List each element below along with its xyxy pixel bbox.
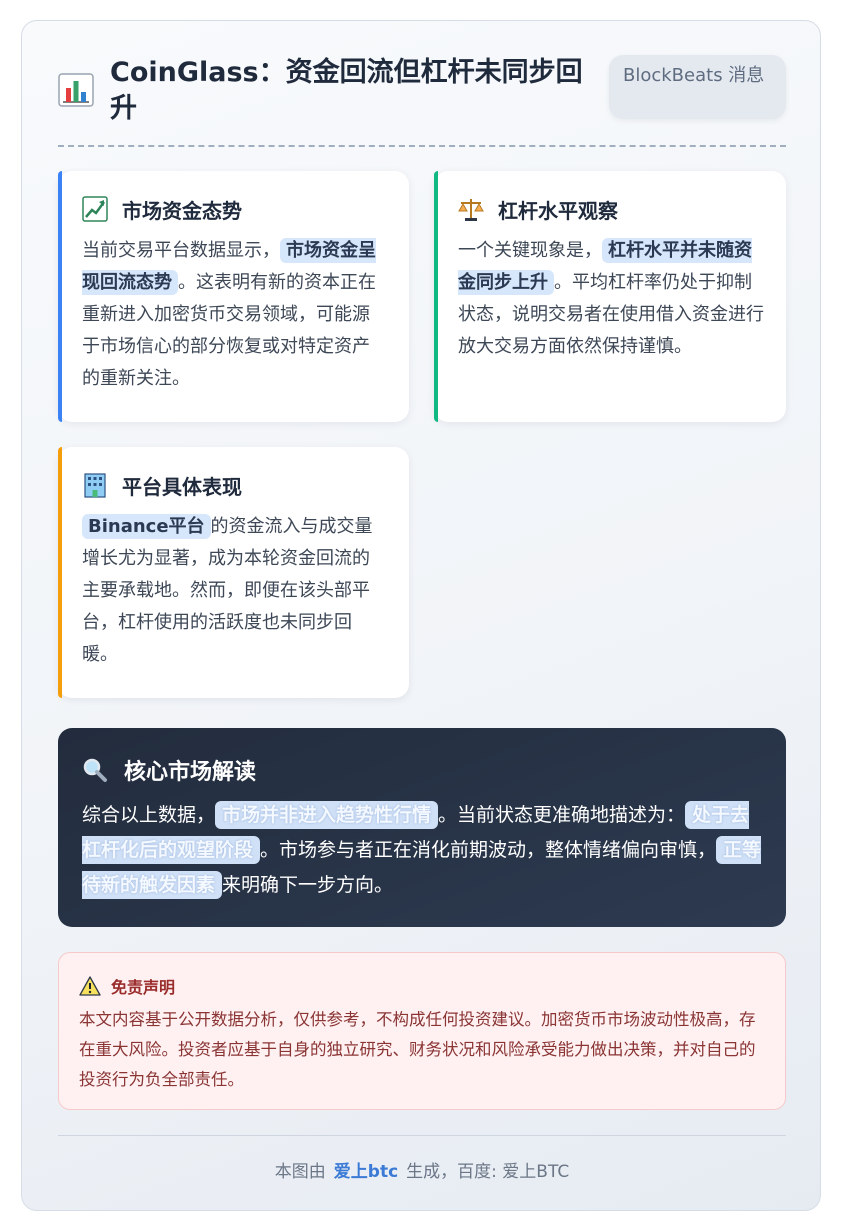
header: CoinGlass：资金回流但杠杆未同步回升 BlockBeats 消息	[58, 55, 786, 145]
header-divider	[58, 145, 786, 147]
footer-prefix: 本图由	[274, 1162, 326, 1182]
card-body: 一个关键现象是， 杠杆水平并未随资金同步上升 。平均杠杆率仍处于抑制状态，说明交易者…	[458, 235, 764, 363]
body-text: 一个关键现象是，	[458, 240, 602, 261]
footer-suffix: 生成，百度: 爱上BTC	[406, 1162, 570, 1182]
insight-body: 综合以上数据， 市场并非进入趋势性行情 。当前状态更准确地描述为： 处于去杠杆化后的观…	[82, 798, 762, 903]
insight-heading: 核心市场解读	[124, 760, 257, 785]
footer: 本图由 爱上btc 生成，百度: 爱上BTC	[58, 1157, 786, 1182]
disclaimer-box: 免责声明 本文内容基于公开数据分析，仅供参考，不构成任何投资建议。加密货币市场波…	[58, 952, 786, 1110]
balance-scale-icon	[458, 199, 484, 221]
card-heading: 杠杆水平观察	[498, 198, 618, 223]
brand-link[interactable]: 爱上btc	[334, 1162, 398, 1182]
disclaimer-heading: 免责声明	[111, 978, 176, 997]
body-text: 来明确下一步方向。	[222, 874, 394, 896]
card-heading: 平台具体表现	[122, 474, 242, 499]
highlight-phrase: 市场并非进入趋势性行情	[215, 801, 439, 829]
bar-chart-icon	[58, 73, 94, 107]
body-text: 。市场参与者正在消化前期波动，整体情绪偏向审慎，	[260, 839, 717, 861]
card-body: 当前交易平台数据显示， 市场资金呈现回流态势 。这表明有新的资本正在重新进入加密货币…	[82, 235, 387, 395]
platform-card: 平台具体表现 Binance平台 的资金流入与成交量增长尤为显著，成为本轮资金回流…	[58, 447, 409, 698]
body-text: 当前交易平台数据显示，	[82, 240, 280, 261]
leverage-card: 杠杆水平观察 一个关键现象是， 杠杆水平并未随资金同步上升 。平均杠杆率仍处于抑制状…	[434, 171, 786, 422]
infographic-card: CoinGlass：资金回流但杠杆未同步回升 BlockBeats 消息 市场资…	[21, 20, 821, 1211]
card-body: Binance平台 的资金流入与成交量增长尤为显著，成为本轮资金回流的主要承载地。…	[82, 511, 387, 671]
body-text: 。当前状态更准确地描述为：	[438, 804, 686, 826]
source-badge: BlockBeats 消息	[609, 55, 786, 119]
footer-divider	[58, 1135, 786, 1136]
market-funds-card: 市场资金态势 当前交易平台数据显示， 市场资金呈现回流态势 。这表明有新的资本正在重…	[58, 171, 409, 422]
office-building-icon	[84, 473, 106, 498]
body-text: 综合以上数据，	[82, 804, 216, 826]
warning-icon	[79, 976, 101, 996]
magnifier-icon	[83, 758, 107, 782]
core-insight-panel: 核心市场解读 综合以上数据， 市场并非进入趋势性行情 。当前状态更准确地描述为： 处于…	[58, 728, 786, 927]
card-accent-bar	[434, 171, 438, 422]
card-accent-bar	[58, 447, 62, 698]
page-title: CoinGlass：资金回流但杠杆未同步回升	[110, 57, 583, 124]
card-accent-bar	[58, 171, 62, 422]
chart-increasing-icon	[82, 196, 108, 222]
highlight-phrase: Binance平台	[82, 514, 211, 539]
disclaimer-text: 本文内容基于公开数据分析，仅供参考，不构成任何投资建议。加密货币市场波动性极高，…	[79, 1010, 756, 1089]
card-heading: 市场资金态势	[122, 198, 242, 223]
